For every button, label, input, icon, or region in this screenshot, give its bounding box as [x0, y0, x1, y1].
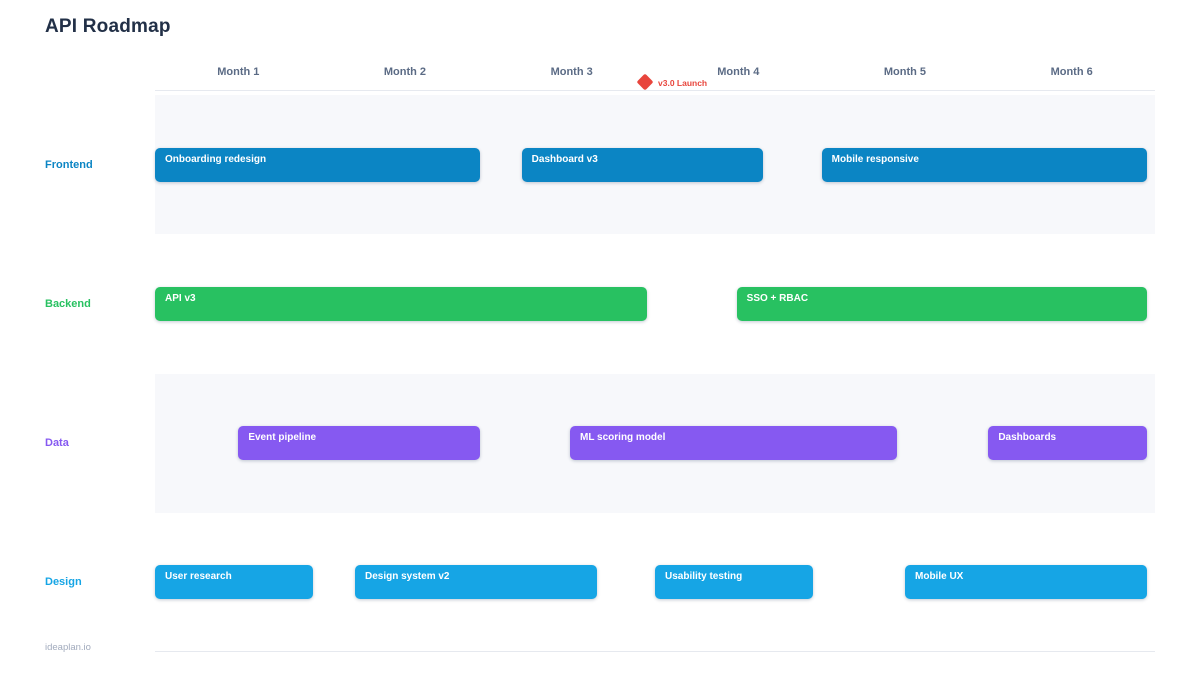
task-bar[interactable]: ML scoring model — [570, 426, 897, 460]
month-label: Month 2 — [322, 66, 489, 78]
milestone-label: v3.0 Launch — [658, 78, 707, 88]
lane-row-data: Data Event pipeline ML scoring model Dashbo… — [0, 374, 1200, 513]
lane-label-data: Data — [45, 437, 69, 449]
task-bar[interactable]: API v3 — [155, 287, 647, 321]
lane-label-design: Design — [45, 576, 82, 588]
month-label: Month 4 — [655, 66, 822, 78]
month-label: Month 1 — [155, 66, 322, 78]
lanes-container: Frontend Onboarding redesign Dashboard v3 M… — [0, 95, 1200, 652]
task-bar[interactable]: Onboarding redesign — [155, 148, 480, 182]
task-bar[interactable]: Usability testing — [655, 565, 813, 599]
task-bar[interactable]: Dashboard v3 — [522, 148, 764, 182]
lane-row-design: Design User research Design system v2 Usabi… — [0, 513, 1200, 652]
lane-label-backend: Backend — [45, 298, 91, 310]
task-bar[interactable]: Dashboards — [988, 426, 1146, 460]
footer-divider-line — [155, 651, 1155, 652]
task-bar[interactable]: Mobile UX — [905, 565, 1147, 599]
month-label: Month 6 — [988, 66, 1155, 78]
task-bar[interactable]: Event pipeline — [238, 426, 480, 460]
task-bar[interactable]: User research — [155, 565, 313, 599]
roadmap-page: API Roadmap Month 1Month 2Month 3Month 4… — [0, 0, 1200, 675]
timeline-axis-line — [155, 90, 1155, 91]
lane-label-frontend: Frontend — [45, 159, 93, 171]
lane-row-frontend: Frontend Onboarding redesign Dashboard v3 M… — [0, 95, 1200, 234]
task-bar[interactable]: SSO + RBAC — [737, 287, 1147, 321]
lane-row-backend: Backend API v3 SSO + RBAC — [0, 234, 1200, 373]
brand-footer: ideaplan.io — [45, 642, 91, 653]
task-bar[interactable]: Mobile responsive — [822, 148, 1147, 182]
task-bar[interactable]: Design system v2 — [355, 565, 597, 599]
month-label: Month 5 — [822, 66, 989, 78]
month-label: Month 3 — [488, 66, 655, 78]
page-title: API Roadmap — [45, 16, 171, 38]
